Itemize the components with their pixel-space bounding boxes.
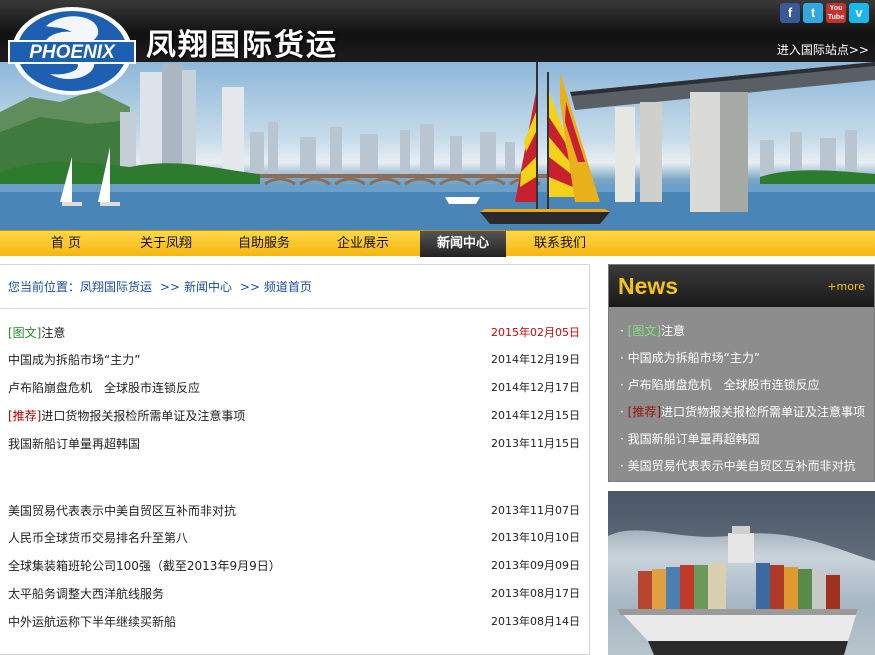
nav-about[interactable]: 关于凤翔	[128, 231, 204, 257]
item-title[interactable]: 进口货物报关报检所需单证及注意事项	[661, 405, 865, 419]
article-date: 2014年12月15日	[491, 409, 580, 422]
article-list-panel: 您当前位置：凤翔国际货运 >> 新闻中心 >> 频道首页 [图文]注意 2015年0…	[0, 264, 590, 655]
sidebar-news-header: News +more	[609, 265, 874, 307]
item-title[interactable]: 卢布陷崩盘危机 全球股市连锁反应	[628, 378, 820, 392]
article-title[interactable]: 卢布陷崩盘危机 全球股市连锁反应	[8, 381, 200, 395]
nav-contact[interactable]: 联系我们	[522, 231, 598, 257]
article-date: 2014年12月17日	[491, 381, 580, 394]
item-title[interactable]: 注意	[661, 324, 685, 338]
table-row[interactable]: 卢布陷崩盘危机 全球股市连锁反应 2014年12月17日	[8, 379, 580, 397]
item-title[interactable]: 美国贸易代表表示中美自贸区互补而非对抗	[628, 459, 856, 473]
social-links: f t You Tube v	[780, 3, 869, 23]
breadcrumb-news[interactable]: 新闻中心	[184, 280, 232, 294]
article-date: 2013年10月10日	[491, 531, 580, 544]
article-title[interactable]: 中外运航运称下半年继续买新船	[8, 615, 176, 629]
table-row[interactable]: [图文]注意 2015年02月05日	[8, 324, 580, 342]
list-item[interactable]: · [图文]注意	[620, 322, 685, 339]
article-date: 2013年11月15日	[491, 437, 580, 450]
article-title[interactable]: 进口货物报关报检所需单证及注意事项	[41, 409, 245, 423]
table-row[interactable]: 中外运航运称下半年继续买新船 2013年08月14日	[8, 613, 580, 631]
bullet: ·	[620, 405, 624, 419]
article-date: 2013年09月09日	[491, 559, 580, 572]
divider	[0, 308, 588, 309]
table-row[interactable]: 太平船务调整大西洋航线服务 2013年08月17日	[8, 585, 580, 603]
item-tag: [推荐]	[627, 405, 662, 419]
list-item[interactable]: · 卢布陷崩盘危机 全球股市连锁反应	[620, 376, 820, 393]
article-title[interactable]: 太平船务调整大西洋航线服务	[8, 587, 164, 601]
item-tag: [图文]	[627, 324, 662, 338]
table-row[interactable]: 美国贸易代表表示中美自贸区互补而非对抗 2013年11月07日	[8, 502, 580, 520]
bullet: ·	[620, 351, 624, 365]
nav-showcase[interactable]: 企业展示	[325, 231, 401, 257]
breadcrumb-prefix: 您当前位置：	[8, 280, 81, 294]
vimeo-icon[interactable]: v	[849, 3, 869, 23]
article-tag: [推荐]	[8, 409, 42, 423]
bullet: ·	[620, 459, 624, 473]
breadcrumb-home[interactable]: 凤翔国际货运	[80, 280, 152, 294]
article-title[interactable]: 全球集装箱班轮公司100强（截至2013年9月9日）	[8, 559, 281, 573]
twitter-icon[interactable]: t	[803, 3, 823, 23]
item-title[interactable]: 我国新船订单量再超韩国	[628, 432, 760, 446]
bullet: ·	[620, 378, 624, 392]
article-date: 2015年02月05日	[491, 326, 580, 339]
article-title[interactable]: 中国成为拆船市场“主力”	[8, 353, 140, 367]
international-site-link[interactable]: 进入国际站点>>	[777, 41, 869, 58]
container-ship-image	[608, 491, 875, 655]
item-title[interactable]: 中国成为拆船市场“主力”	[628, 351, 760, 365]
article-date: 2013年08月14日	[491, 615, 580, 628]
nav-self-service[interactable]: 自助服务	[226, 231, 302, 257]
main-nav: 首 页 关于凤翔 自助服务 企业展示 新闻中心 联系我们	[0, 230, 875, 257]
table-row[interactable]: 全球集装箱班轮公司100强（截至2013年9月9日） 2013年09月09日	[8, 557, 580, 575]
list-item[interactable]: · 美国贸易代表表示中美自贸区互补而非对抗	[620, 457, 856, 474]
table-row[interactable]: 人民币全球货币交易排名升至第八 2013年10月10日	[8, 529, 580, 547]
article-title[interactable]: 我国新船订单量再超韩国	[8, 437, 140, 451]
bullet: ·	[620, 432, 624, 446]
article-date: 2013年11月07日	[491, 504, 580, 517]
article-title[interactable]: 美国贸易代表表示中美自贸区互补而非对抗	[8, 504, 236, 518]
article-title[interactable]: 注意	[41, 326, 65, 340]
list-item[interactable]: · [推荐]进口货物报关报检所需单证及注意事项	[620, 403, 865, 420]
sidebar-news: News +more · [图文]注意 · 中国成为拆船市场“主力” · 卢布陷…	[608, 264, 875, 482]
site-title: 凤翔国际货运	[146, 28, 338, 63]
logo-text: PHOENIX	[29, 42, 116, 63]
more-link[interactable]: +more	[827, 280, 865, 293]
breadcrumb-current[interactable]: 频道首页	[264, 280, 312, 294]
bullet: ·	[620, 324, 624, 338]
breadcrumb-sep: >>	[159, 280, 180, 294]
table-row[interactable]: 中国成为拆船市场“主力” 2014年12月19日	[8, 351, 580, 369]
breadcrumb-sep: >>	[239, 280, 260, 294]
nav-news-center[interactable]: 新闻中心	[420, 231, 506, 257]
list-item[interactable]: · 中国成为拆船市场“主力”	[620, 349, 760, 366]
youtube-icon[interactable]: You Tube	[826, 3, 846, 23]
table-row[interactable]: 我国新船订单量再超韩国 2013年11月15日	[8, 435, 580, 453]
facebook-icon[interactable]: f	[780, 3, 800, 23]
article-date: 2014年12月19日	[491, 353, 580, 366]
nav-home[interactable]: 首 页	[30, 231, 102, 257]
list-item[interactable]: · 我国新船订单量再超韩国	[620, 430, 760, 447]
article-tag: [图文]	[8, 326, 42, 340]
breadcrumb: 您当前位置：凤翔国际货运 >> 新闻中心 >> 频道首页	[8, 278, 312, 295]
article-title[interactable]: 人民币全球货币交易排名升至第八	[8, 531, 188, 545]
container-ship-artwork	[608, 491, 875, 655]
phoenix-logo[interactable]: PHOENIX	[6, 4, 138, 98]
article-date: 2013年08月17日	[491, 587, 580, 600]
table-row[interactable]: [推荐]进口货物报关报检所需单证及注意事项 2014年12月15日	[8, 407, 580, 425]
sidebar-news-title: News	[618, 273, 679, 299]
